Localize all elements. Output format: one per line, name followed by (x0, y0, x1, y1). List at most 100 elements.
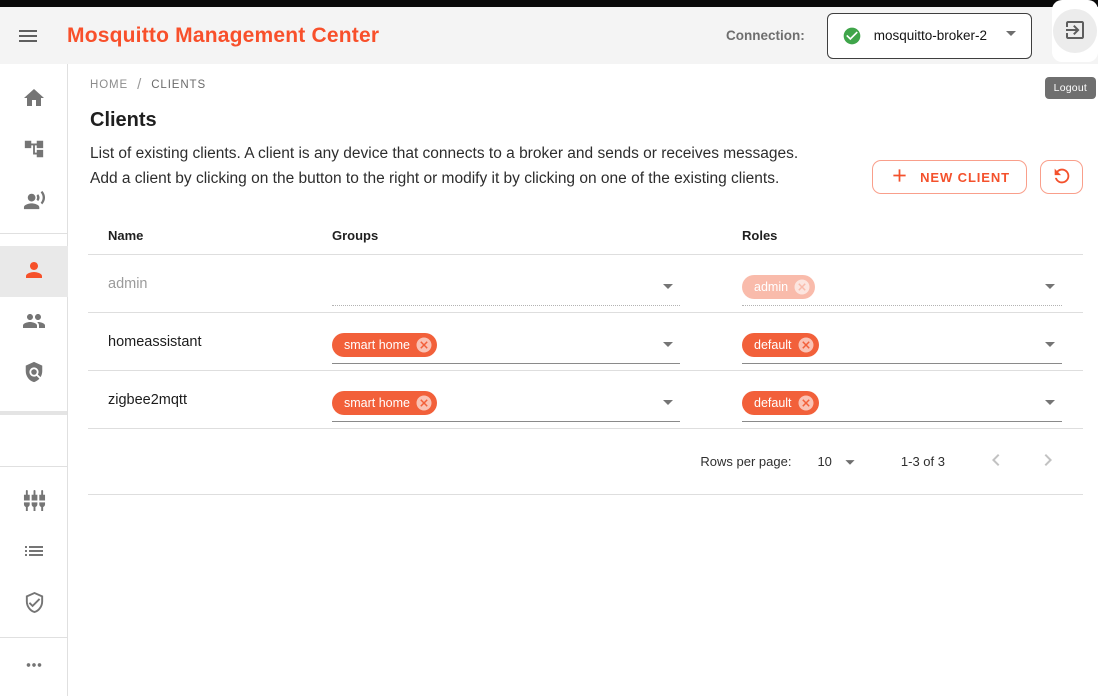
table-pagination: Rows per page: 10 1-3 of 3 (88, 429, 1083, 495)
groups-cell (330, 262, 740, 306)
chip-delete-icon[interactable] (793, 278, 811, 296)
settings-input-sliders-icon (23, 489, 46, 515)
groups-select[interactable] (332, 270, 680, 306)
sidebar-item-connections[interactable] (0, 176, 68, 227)
chevron-down-icon (999, 21, 1023, 50)
home-icon (22, 86, 46, 113)
pagination-range-label: 1-3 of 3 (901, 454, 945, 469)
role-chip-label: default (754, 396, 792, 410)
roles-select[interactable]: default (742, 386, 1062, 422)
breadcrumb: HOME / CLIENTS (69, 64, 1098, 93)
policy-shield-search-icon (23, 361, 45, 386)
chevron-down-icon (656, 390, 680, 419)
plus-icon (889, 165, 910, 189)
check-circle-icon (842, 26, 862, 46)
sidebar-item-plugins[interactable] (0, 476, 68, 527)
client-name: homeassistant (88, 334, 330, 350)
next-page-button[interactable] (1031, 445, 1065, 479)
chevron-down-icon (1038, 274, 1062, 303)
logout-button[interactable] (1053, 9, 1097, 53)
verified-shield-check-icon (23, 591, 46, 617)
sidebar-item-groups[interactable] (0, 297, 68, 348)
column-header-groups: Groups (330, 228, 740, 243)
sidebar-item-certificates[interactable] (0, 578, 68, 629)
table-row[interactable]: zigbee2mqtt smart home default (88, 371, 1083, 429)
roles-cell: default (740, 320, 1083, 364)
list-icon (22, 539, 46, 566)
group-chip[interactable]: smart home (332, 333, 437, 357)
role-chip[interactable]: admin (742, 275, 815, 299)
refresh-icon (1051, 165, 1073, 190)
group-chip-label: smart home (344, 338, 410, 352)
connection-select[interactable]: mosquitto-broker-2 (827, 13, 1032, 59)
chevron-down-icon (839, 451, 861, 473)
sidebar-divider (0, 466, 67, 467)
page-title: Clients (90, 109, 1098, 132)
client-name: admin (88, 276, 330, 292)
role-chip-label: default (754, 338, 792, 352)
hamburger-menu-icon[interactable] (16, 24, 40, 48)
groups-select[interactable]: smart home (332, 328, 680, 364)
rows-per-page-value: 10 (817, 454, 831, 469)
window-top-strip (0, 0, 1098, 7)
more-horiz-icon (23, 654, 45, 679)
exit-to-app-icon (1063, 18, 1087, 45)
sidebar-item-home[interactable] (0, 74, 68, 125)
people-icon (22, 309, 46, 336)
rows-per-page-label: Rows per page: (700, 454, 791, 469)
topology-tree-icon (23, 138, 45, 163)
sidebar-item-topology[interactable] (0, 125, 68, 176)
groups-cell: smart home (330, 320, 740, 364)
description-row: List of existing clients. A client is an… (69, 141, 1098, 194)
new-client-button-label: NEW CLIENT (920, 170, 1010, 185)
app-title: Mosquitto Management Center (67, 24, 379, 48)
table-header-row: Name Groups Roles (88, 216, 1083, 255)
chevron-down-icon (656, 332, 680, 361)
groups-select[interactable]: smart home (332, 386, 680, 422)
sidebar-item-more[interactable] (0, 642, 68, 690)
column-header-roles: Roles (740, 228, 1083, 243)
group-chip-label: smart home (344, 396, 410, 410)
chip-delete-icon[interactable] (415, 336, 433, 354)
table-row[interactable]: admin admin (88, 255, 1083, 313)
roles-select[interactable]: admin (742, 270, 1062, 306)
chevron-left-icon (984, 448, 1008, 475)
breadcrumb-home-link[interactable]: HOME (90, 79, 128, 91)
roles-select[interactable]: default (742, 328, 1062, 364)
connection-label: Connection: (726, 28, 805, 43)
column-header-name: Name (88, 228, 330, 243)
chip-delete-icon[interactable] (797, 394, 815, 412)
role-chip[interactable]: default (742, 391, 819, 415)
role-chip-label: admin (754, 280, 788, 294)
role-chip[interactable]: default (742, 333, 819, 357)
connection-value: mosquitto-broker-2 (874, 28, 987, 43)
sidebar-item-clients[interactable] (0, 246, 68, 297)
sidebar-item-settings[interactable] (0, 527, 68, 578)
roles-cell: admin (740, 262, 1083, 306)
chip-delete-icon[interactable] (797, 336, 815, 354)
logout-tooltip: Logout (1045, 77, 1096, 99)
new-client-button[interactable]: NEW CLIENT (872, 160, 1027, 194)
chevron-down-icon (1038, 390, 1062, 419)
sidebar (0, 64, 68, 696)
breadcrumb-separator: / (137, 76, 142, 93)
refresh-button[interactable] (1040, 160, 1083, 194)
previous-page-button[interactable] (979, 445, 1013, 479)
clients-table: Name Groups Roles admin admin (88, 216, 1083, 495)
client-name: zigbee2mqtt (88, 392, 330, 408)
roles-cell: default (740, 378, 1083, 422)
main-content: HOME / CLIENTS Clients List of existing … (69, 64, 1098, 696)
person-icon (22, 258, 46, 285)
screen: Mosquitto Management Center Connection: … (0, 0, 1098, 696)
rows-per-page-select[interactable]: 10 (817, 451, 860, 473)
groups-cell: smart home (330, 378, 740, 422)
sidebar-divider (0, 411, 67, 415)
sidebar-item-roles[interactable] (0, 348, 68, 399)
group-chip[interactable]: smart home (332, 391, 437, 415)
app-bar: Mosquitto Management Center Connection: … (0, 7, 1098, 64)
sidebar-divider (0, 637, 67, 638)
sidebar-divider (0, 233, 67, 234)
table-row[interactable]: homeassistant smart home default (88, 313, 1083, 371)
chip-delete-icon[interactable] (415, 394, 433, 412)
chevron-down-icon (656, 274, 680, 303)
